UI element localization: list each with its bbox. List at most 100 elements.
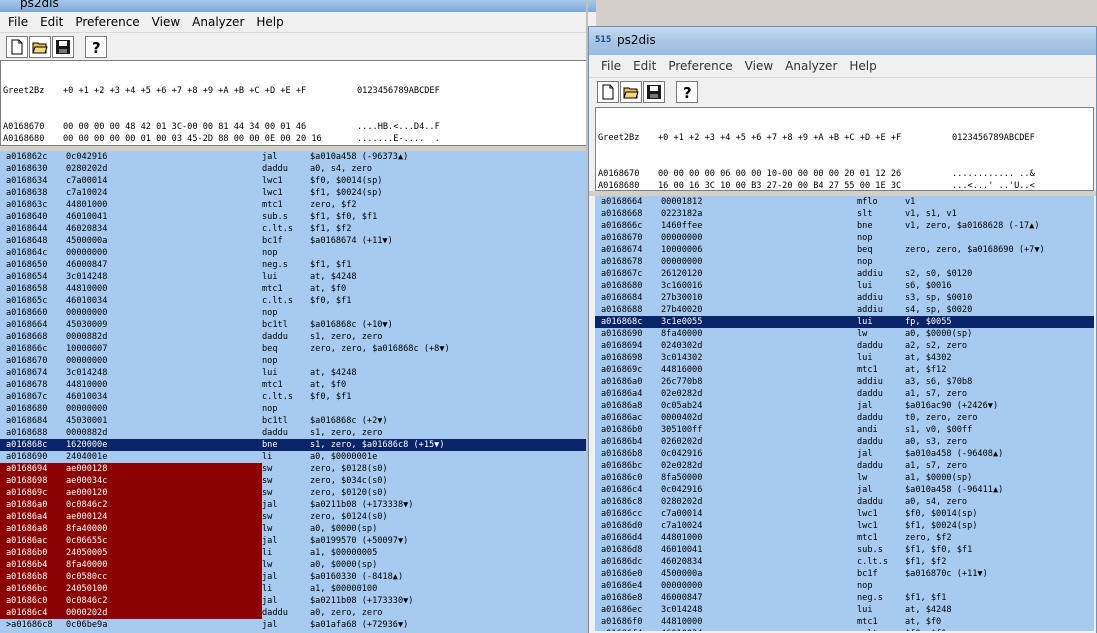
- disasm-row[interactable]: a0168674 10000006 beq zero, zero, $a0168690…: [595, 244, 1094, 256]
- disasm-row[interactable]: a01686d0 c7a10024 lwc1 $f1, $0024(sp): [595, 520, 1094, 532]
- disasm-row[interactable]: a01686a0 26c770b8 addiu a3, s6, $70b8: [595, 376, 1094, 388]
- disasm-row[interactable]: a016867c 26120120 addiu s2, s0, $0120: [595, 268, 1094, 280]
- disasm-row[interactable]: a0168674 3c014248 lui at, $4248: [0, 367, 594, 379]
- disasm-row[interactable]: a0168688 27b40020 addiu s4, sp, $0020: [595, 304, 1094, 316]
- disasm-row[interactable]: a01686d8 46010041 sub.s $f1, $f0, $f1: [595, 544, 1094, 556]
- save-button[interactable]: [52, 35, 74, 58]
- menu-help[interactable]: Help: [250, 15, 289, 29]
- disasm-row[interactable]: a016866c 10000007 beq zero, zero, $a016868c…: [0, 343, 594, 355]
- hex-dump-pane[interactable]: Greet2Bz +0 +1 +2 +3 +4 +5 +6 +7 +8 +9 +…: [595, 107, 1094, 191]
- title-bar[interactable]: ps2dis: [0, 0, 596, 12]
- disasm-row[interactable]: a01686b8 0c042916 jal $a010a458 (-96408▲): [595, 448, 1094, 460]
- disasm-row[interactable]: a01686ac 0000402d daddu t0, zero, zero: [595, 412, 1094, 424]
- disasm-row[interactable]: a0168680 3c160016 lui s6, $0016: [595, 280, 1094, 292]
- disasm-row[interactable]: a01686f0 44810000 mtc1 at, $f0: [595, 616, 1094, 628]
- disasm-row[interactable]: a016862c 0c042916 jal $a010a458 (-96373▲): [0, 151, 594, 163]
- menu-file[interactable]: File: [595, 59, 627, 73]
- menu-analyzer[interactable]: Analyzer: [779, 59, 843, 73]
- disasm-row[interactable]: a01686b4 8fa40000 lw a0, $0000(sp): [0, 559, 594, 571]
- menu-preference[interactable]: Preference: [69, 15, 145, 29]
- disasm-row[interactable]: a01686a4 02e0282d daddu a1, s7, zero: [595, 388, 1094, 400]
- disasm-row[interactable]: a016863c 44801000 mtc1 zero, $f2: [0, 199, 594, 211]
- disasm-row[interactable]: a01686c8 0280202d daddu a0, s4, zero: [595, 496, 1094, 508]
- menu-edit[interactable]: Edit: [34, 15, 69, 29]
- menu-analyzer[interactable]: Analyzer: [186, 15, 250, 29]
- disasm-row[interactable]: a01686e0 4500000a bc1f $a016870c (+11▼): [595, 568, 1094, 580]
- new-file-button[interactable]: [597, 80, 619, 103]
- disasm-row[interactable]: a01686e4 00000000 nop: [595, 580, 1094, 592]
- disassembly-pane[interactable]: a016862c 0c042916 jal $a010a458 (-96373▲) a0…: [0, 151, 594, 633]
- disasm-row[interactable]: a01686c4 0c042916 jal $a010a458 (-96411▲): [595, 484, 1094, 496]
- disasm-row[interactable]: a01686b4 0260202d daddu a0, s3, zero: [595, 436, 1094, 448]
- disasm-row[interactable]: a0168678 00000000 nop: [595, 256, 1094, 268]
- disasm-row[interactable]: a01686b0 24050005 li a1, $00000005: [0, 547, 594, 559]
- hex-row[interactable]: A0168670 00 00 00 00 06 00 00 10-00 00 00…: [598, 168, 1093, 180]
- disasm-row[interactable]: a016864c 00000000 nop: [0, 247, 594, 259]
- hex-dump-pane[interactable]: Greet2Bz +0 +1 +2 +3 +4 +5 +6 +7 +8 +9 +…: [0, 60, 594, 146]
- open-file-button[interactable]: [620, 80, 642, 103]
- disasm-row[interactable]: a0168684 27b30010 addiu s3, sp, $0010: [595, 292, 1094, 304]
- disasm-row[interactable]: a0168654 3c014248 lui at, $4248: [0, 271, 594, 283]
- disasm-row[interactable]: a01686dc 46020834 c.lt.s $f1, $f2: [595, 556, 1094, 568]
- disasm-row[interactable]: a0168664 45030009 bc1tl $a016868c (+10▼): [0, 319, 594, 331]
- disasm-row[interactable]: a01686bc 02e0282d daddu a1, s7, zero: [595, 460, 1094, 472]
- disasm-row[interactable]: a0168694 ae000128 sw zero, $0128(s0): [0, 463, 594, 475]
- menu-help[interactable]: Help: [843, 59, 882, 73]
- hex-row[interactable]: A0168680 16 00 16 3C 10 00 B3 27-20 00 B4…: [598, 180, 1093, 190]
- disasm-row[interactable]: a0168644 46020834 c.lt.s $f1, $f2: [0, 223, 594, 235]
- disasm-row[interactable]: a01686a4 ae000124 sw zero, $0124(s0): [0, 511, 594, 523]
- open-file-button[interactable]: [29, 35, 51, 58]
- disasm-row[interactable]: a01686e8 46000847 neg.s $f1, $f1: [595, 592, 1094, 604]
- menu-preference[interactable]: Preference: [662, 59, 738, 73]
- disasm-row[interactable]: a0168670 00000000 nop: [595, 232, 1094, 244]
- disasm-row[interactable]: a0168670 00000000 nop: [0, 355, 594, 367]
- hex-row[interactable]: A0168680 00 00 00 00 00 01 00 03 45-2D 88…: [3, 133, 593, 145]
- disasm-row[interactable]: a0168664 00001812 mflo v1: [595, 196, 1094, 208]
- menu-view[interactable]: View: [739, 59, 779, 73]
- disasm-row[interactable]: a016869c 44816000 mtc1 at, $f12: [595, 364, 1094, 376]
- help-button[interactable]: ?: [676, 80, 698, 103]
- disasm-row-selected[interactable]: a016868c 1620000e bne s1, zero, $a01686c8 (…: [0, 439, 594, 451]
- disasm-row[interactable]: a016869c ae000120 sw zero, $0120(s0): [0, 487, 594, 499]
- disasm-row[interactable]: a0168630 0280202d daddu a0, s4, zero: [0, 163, 594, 175]
- disasm-row[interactable]: a01686f446010034c.lt.s$f0, $f1: [595, 628, 1094, 631]
- disasm-row[interactable]: a01686b0 305100ff andi s1, v0, $00ff: [595, 424, 1094, 436]
- disasm-row[interactable]: a0168650 46000847 neg.s $f1, $f1: [0, 259, 594, 271]
- disasm-row[interactable]: a0168634 c7a00014 lwc1 $f0, $0014(sp): [0, 175, 594, 187]
- disasm-row[interactable]: a0168694 0240302d daddu a2, s2, zero: [595, 340, 1094, 352]
- disasm-row[interactable]: a0168698 3c014302 lui at, $4302: [595, 352, 1094, 364]
- disasm-row[interactable]: a01686bc 24050100 li a1, $00000100: [0, 583, 594, 595]
- disasm-row[interactable]: a0168668 0223182a slt v1, s1, v1: [595, 208, 1094, 220]
- disassembly-pane[interactable]: a0168664 00001812 mflo v1 a0168668 0223182a sl…: [595, 196, 1094, 631]
- save-button[interactable]: [643, 80, 665, 103]
- new-file-button[interactable]: [6, 35, 28, 58]
- disasm-row[interactable]: a0168690 2404001e li a0, $0000001e: [0, 451, 594, 463]
- disasm-row[interactable]: a01686c4 0000202d daddu a0, zero, zero: [0, 607, 594, 619]
- disasm-row[interactable]: a0168690 8fa40000 lw a0, $0000(sp): [595, 328, 1094, 340]
- disasm-row[interactable]: a01686a0 0c0846c2 jal $a0211b08 (+173338▼): [0, 499, 594, 511]
- disasm-row[interactable]: a0168660 00000000 nop: [0, 307, 594, 319]
- disasm-row[interactable]: a01686c0 0c0846c2 jal $a0211b08 (+173330▼): [0, 595, 594, 607]
- menu-file[interactable]: File: [2, 15, 34, 29]
- disasm-row[interactable]: a016866c 1460ffee bne v1, zero, $a0168628 (…: [595, 220, 1094, 232]
- disasm-row[interactable]: a0168684 45030001 bc1tl $a016868c (+2▼): [0, 415, 594, 427]
- menu-edit[interactable]: Edit: [627, 59, 662, 73]
- disasm-row[interactable]: a016867c 46010034 c.lt.s $f0, $f1: [0, 391, 594, 403]
- disasm-row[interactable]: a01686a8 0c05ab24 jal $a016ac90 (+2426▼): [595, 400, 1094, 412]
- disasm-row[interactable]: a01686ac 0c06655c jal $a0199570 (+50097▼): [0, 535, 594, 547]
- disasm-row[interactable]: a0168680 00000000 nop: [0, 403, 594, 415]
- disasm-row[interactable]: a0168648 4500000a bc1f $a0168674 (+11▼): [0, 235, 594, 247]
- disasm-row[interactable]: a0168658 44810000 mtc1 at, $f0: [0, 283, 594, 295]
- help-button[interactable]: ?: [85, 35, 107, 58]
- disasm-row[interactable]: a0168688 0000882d daddu s1, zero, zero: [0, 427, 594, 439]
- disasm-row[interactable]: a0168640 46010041 sub.s $f1, $f0, $f1: [0, 211, 594, 223]
- disasm-row[interactable]: a0168668 0000882d daddu s1, zero, zero: [0, 331, 594, 343]
- hex-row[interactable]: A0168670 00 00 00 00 48 42 01 3C-00 00 81…: [3, 121, 593, 133]
- disasm-row[interactable]: a01686a8 8fa40000 lw a0, $0000(sp): [0, 523, 594, 535]
- disasm-row[interactable]: a01686b8 0c0580cc jal $a0160330 (-8418▲): [0, 571, 594, 583]
- disasm-row[interactable]: a0168638 c7a10024 lwc1 $f1, $0024(sp): [0, 187, 594, 199]
- disasm-row-selected[interactable]: a016868c 3c1e0055 lui fp, $0055: [595, 316, 1094, 328]
- disasm-row[interactable]: a0168698 ae00034c sw zero, $034c(s0): [0, 475, 594, 487]
- title-bar[interactable]: 515 ps2dis: [589, 27, 1096, 55]
- disasm-row[interactable]: a01686cc c7a00014 lwc1 $f0, $0014(sp): [595, 508, 1094, 520]
